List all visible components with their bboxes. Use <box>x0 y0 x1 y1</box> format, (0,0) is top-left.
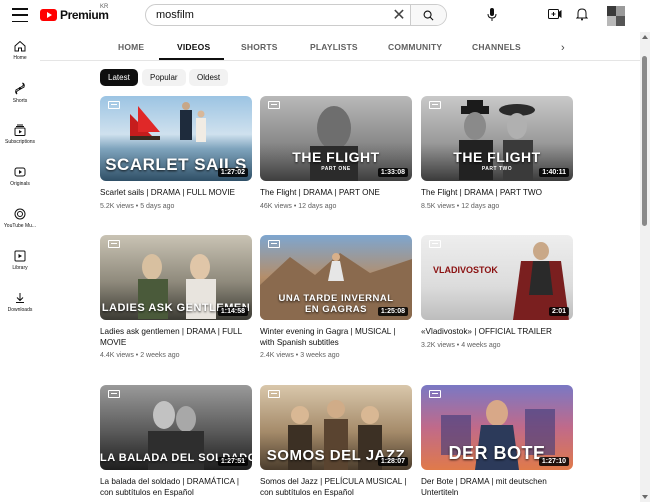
sidebar-item-label: Library <box>12 265 28 271</box>
home-icon <box>14 40 26 52</box>
mosfilm-watermark <box>268 390 280 398</box>
mosfilm-watermark <box>429 240 441 248</box>
video-duration: 1:27:02 <box>217 168 248 177</box>
subscriptions-icon <box>14 124 26 136</box>
mosfilm-watermark <box>108 240 120 248</box>
scroll-down-arrow-icon[interactable] <box>642 495 648 499</box>
mosfilm-watermark <box>268 101 280 109</box>
sidebar-item-label: YouTube Mu... <box>3 223 37 229</box>
top-bar: Premium KR ✕ <box>0 0 650 32</box>
youtube-logo-icon <box>40 9 57 21</box>
video-thumbnail[interactable]: UNA TARDE INVERNAL EN GAGRAS 1:25:08 <box>260 235 412 320</box>
search-box: ✕ <box>145 4 447 26</box>
tab-videos[interactable]: VIDEOS <box>177 42 210 52</box>
music-icon <box>14 208 26 220</box>
chip-oldest[interactable]: Oldest <box>189 69 229 86</box>
video-title[interactable]: Winter evening in Gagra | MUSICAL | with… <box>260 326 412 348</box>
video-duration: 1:40:11 <box>539 168 569 177</box>
video-title[interactable]: Scarlet sails | DRAMA | FULL MOVIE <box>100 187 252 198</box>
video-meta: 3.2K views • 4 weeks ago <box>421 342 501 349</box>
video-title[interactable]: La balada del soldado | DRAMÁTICA | con … <box>100 476 252 498</box>
shorts-icon <box>15 82 25 95</box>
mosfilm-watermark <box>108 101 120 109</box>
video-duration: 2:01 <box>548 307 569 316</box>
video-meta: 2.4K views • 3 weeks ago <box>260 352 340 359</box>
thumbnail-title: THE FLIGHT <box>453 149 541 165</box>
scroll-up-arrow-icon[interactable] <box>642 35 648 39</box>
video-title[interactable]: Somos del Jazz | PELÍCULA MUSICAL | con … <box>260 476 412 498</box>
sidebar: Home Shorts Subscriptions Originals YouT… <box>0 32 40 502</box>
tab-shorts[interactable]: SHORTS <box>241 42 278 52</box>
sidebar-item-downloads[interactable]: Downloads <box>0 292 40 328</box>
sidebar-item-shorts[interactable]: Shorts <box>0 82 40 118</box>
thumbnail-title: VLADIVOSTOK <box>433 265 498 275</box>
video-meta: 8.5K views • 12 days ago <box>421 203 500 210</box>
chevron-right-icon[interactable]: › <box>561 42 565 54</box>
video-meta: 5.2K views • 5 days ago <box>100 203 175 210</box>
video-duration: 1:33:08 <box>377 168 408 177</box>
create-video-icon[interactable] <box>548 8 562 20</box>
search-input[interactable] <box>146 5 388 25</box>
youtube-premium-logo[interactable]: Premium <box>40 8 109 22</box>
video-thumbnail[interactable]: LADIES ASK GENTLEMEN 1:14:58 <box>100 235 252 320</box>
video-title[interactable]: The Flight | DRAMA | PART TWO <box>421 187 573 198</box>
video-thumbnail[interactable]: LA BALADA DEL SOLDADO 1:27:51 <box>100 385 252 470</box>
channel-tabs: HOME VIDEOS SHORTS PLAYLISTS COMMUNITY C… <box>100 32 590 60</box>
video-thumbnail[interactable]: VLADIVOSTOK 2:01 <box>421 235 573 320</box>
clear-search-icon[interactable]: ✕ <box>388 5 410 25</box>
sidebar-item-label: Originals <box>10 181 30 187</box>
video-thumbnail[interactable]: SOMOS DEL JAZZ 1:28:07 <box>260 385 412 470</box>
sidebar-item-label: Home <box>13 55 27 61</box>
tabs-divider <box>40 60 640 61</box>
chip-popular[interactable]: Popular <box>142 69 186 86</box>
mosfilm-watermark <box>108 390 120 398</box>
video-meta: 4.4K views • 2 weeks ago <box>100 352 180 359</box>
downloads-icon <box>16 293 24 303</box>
video-title[interactable]: «Vladivostok» | OFFICIAL TRAILER <box>421 326 573 337</box>
video-duration: 1:27:10 <box>538 457 569 466</box>
library-icon <box>14 250 26 262</box>
scrollbar-thumb[interactable] <box>642 56 647 226</box>
sidebar-item-subscriptions[interactable]: Subscriptions <box>0 124 40 160</box>
video-thumbnail[interactable]: THE FLIGHT PART TWO 1:40:11 <box>421 96 573 181</box>
video-title[interactable]: The Flight | DRAMA | PART ONE <box>260 187 412 198</box>
video-duration: 1:25:08 <box>377 307 408 316</box>
page-scrollbar[interactable] <box>640 32 650 502</box>
sidebar-item-originals[interactable]: Originals <box>0 166 40 202</box>
sidebar-item-label: Shorts <box>12 98 28 104</box>
video-duration: 1:14:58 <box>217 307 248 316</box>
video-meta: 46K views • 12 days ago <box>260 203 337 210</box>
tab-home[interactable]: HOME <box>118 42 144 52</box>
notifications-bell-icon[interactable] <box>576 7 588 21</box>
video-title[interactable]: Der Bote | DRAMA | mit deutschen Unterti… <box>421 476 573 498</box>
video-duration: 1:27:51 <box>217 457 248 466</box>
mosfilm-watermark <box>268 240 280 248</box>
originals-icon <box>14 167 26 177</box>
logo-text: Premium <box>60 8 109 22</box>
tab-community[interactable]: COMMUNITY <box>388 42 442 52</box>
avatar[interactable] <box>607 6 625 26</box>
sidebar-item-label: Downloads <box>7 307 33 313</box>
tab-playlists[interactable]: PLAYLISTS <box>310 42 358 52</box>
chip-latest[interactable]: Latest <box>100 69 138 86</box>
tab-channels[interactable]: CHANNELS <box>472 42 521 52</box>
video-thumbnail[interactable]: SCARLET SAILS 1:27:02 <box>100 96 252 181</box>
microphone-icon[interactable] <box>487 8 497 22</box>
mosfilm-watermark <box>429 101 441 109</box>
logo-region: KR <box>100 4 109 10</box>
thumbnail-title: THE FLIGHT <box>292 149 380 165</box>
mosfilm-watermark <box>429 390 441 398</box>
video-thumbnail[interactable]: DER BOTE 1:27:10 <box>421 385 573 470</box>
sidebar-item-label: Subscriptions <box>4 139 35 145</box>
search-icon <box>423 10 434 20</box>
video-thumbnail[interactable]: THE FLIGHT PART ONE 1:33:08 <box>260 96 412 181</box>
sidebar-item-library[interactable]: Library <box>0 250 40 286</box>
search-button[interactable] <box>410 5 446 25</box>
sidebar-item-home[interactable]: Home <box>0 40 40 76</box>
video-title[interactable]: Ladies ask gentlemen | DRAMA | FULL MOVI… <box>100 326 252 348</box>
video-duration: 1:28:07 <box>377 457 408 466</box>
sidebar-item-youtube-music[interactable]: YouTube Mu... <box>0 208 40 244</box>
menu-icon[interactable] <box>12 8 28 22</box>
